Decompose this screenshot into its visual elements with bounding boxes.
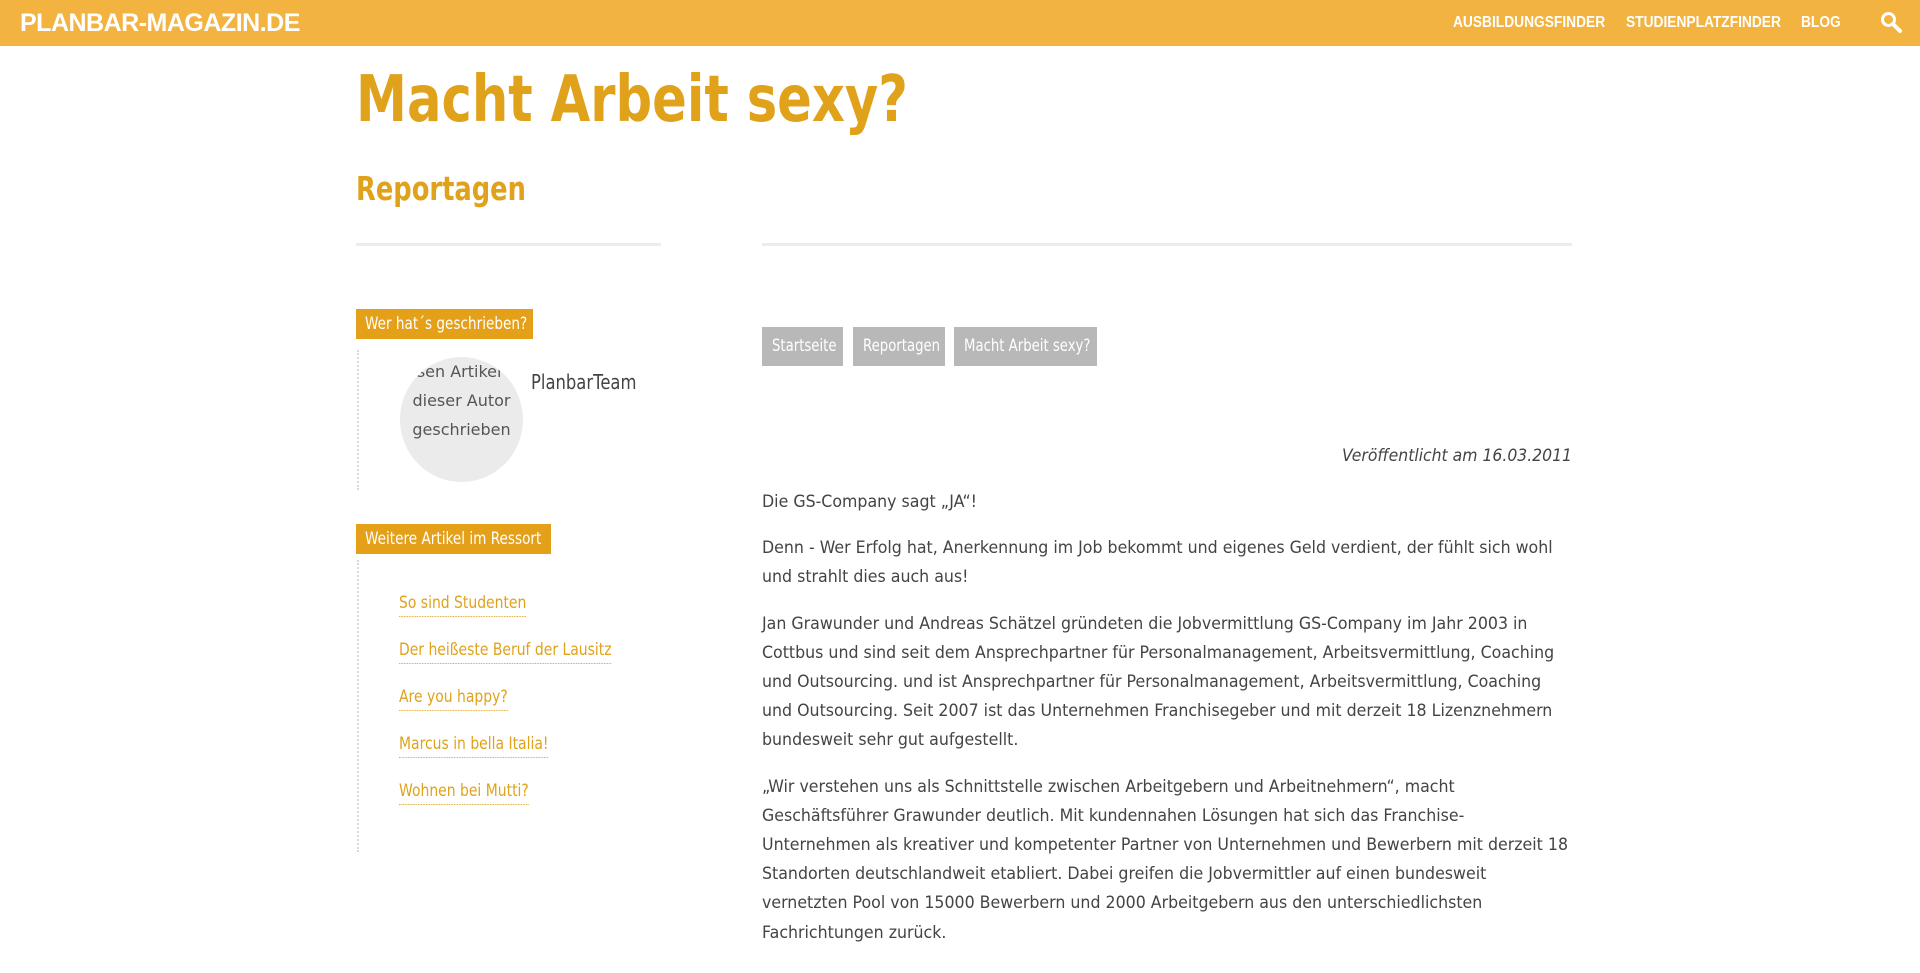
nav-blog[interactable]: BLOG (1801, 13, 1841, 33)
list-item: Marcus in bella Italia! (399, 731, 658, 778)
list-item: Der heißeste Beruf der Lausitz (399, 637, 658, 684)
content-divider (762, 243, 1572, 246)
list-item: Wohnen bei Mutti? (399, 778, 658, 825)
site-logo[interactable]: PLANBAR-MAGAZIN.DE (20, 9, 300, 37)
author-avatar[interactable]: Diesen Artikel hat dieser Autor geschrie… (400, 357, 523, 482)
page-title: Macht Arbeit sexy? (356, 63, 908, 137)
avatar-alt-text: Diesen Artikel hat dieser Autor geschrie… (400, 362, 523, 439)
list-item: So sind Studenten (399, 590, 658, 637)
article-link-are-you-happy[interactable]: Are you happy? (399, 684, 508, 711)
published-date: Veröffentlicht am 16.03.2011 (1341, 446, 1572, 466)
author-heading: Wer hat´s geschrieben? (356, 309, 533, 339)
article-link-so-sind-studenten[interactable]: So sind Studenten (399, 590, 527, 617)
section-title: Reportagen (356, 169, 526, 208)
site-header: PLANBAR-MAGAZIN.DE AUSBILDUNGSFINDER STU… (0, 0, 1920, 46)
article-body: Die GS-Company sagt „JA“! Denn - Wer Erf… (762, 488, 1572, 965)
author-name-link[interactable]: PlanbarTeam (531, 369, 636, 395)
more-articles-heading: Weitere Artikel im Ressort (356, 524, 551, 554)
more-articles-dotted-line (357, 560, 359, 852)
breadcrumb-current[interactable]: Macht Arbeit sexy? (954, 327, 1097, 366)
breadcrumb-startseite[interactable]: Startseite (762, 327, 843, 366)
article-link-heissester-beruf[interactable]: Der heißeste Beruf der Lausitz (399, 637, 612, 664)
author-dotted-line (357, 350, 359, 490)
breadcrumb-reportagen[interactable]: Reportagen (853, 327, 945, 366)
sidebar-divider (356, 243, 661, 246)
article-link-wohnen-bei-mutti[interactable]: Wohnen bei Mutti? (399, 778, 529, 805)
article-paragraph: Die GS-Company sagt „JA“! (762, 492, 977, 512)
list-item: Are you happy? (399, 684, 658, 731)
article-paragraph: Denn - Wer Erfolg hat, Anerkennung im Jo… (762, 538, 1553, 588)
article-paragraph: Jan Grawunder und Andreas Schätzel gründ… (762, 613, 1555, 751)
search-icon[interactable] (1879, 10, 1903, 34)
nav-studienplatzfinder[interactable]: STUDIENPLATZFINDER (1626, 13, 1781, 33)
more-articles-list: So sind Studenten Der heißeste Beruf der… (399, 590, 658, 825)
article-paragraph: „Wir verstehen uns als Schnittstelle zwi… (762, 776, 1569, 943)
nav-ausbildungsfinder[interactable]: AUSBILDUNGSFINDER (1453, 13, 1605, 33)
article-link-marcus-in-bella-italia[interactable]: Marcus in bella Italia! (399, 731, 549, 758)
